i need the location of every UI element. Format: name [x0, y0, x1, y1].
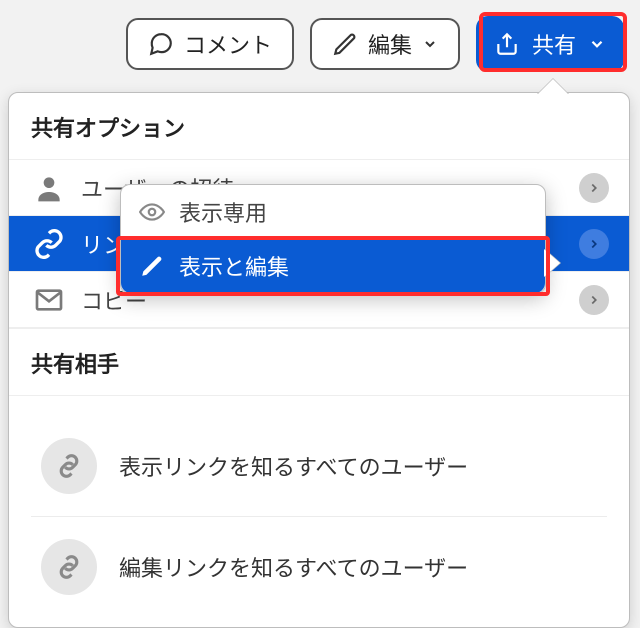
- double-link-icon: [41, 539, 97, 595]
- view-link-all-row[interactable]: 表示リンクを知るすべてのユーザー: [31, 416, 607, 517]
- permissions-flyout: 表示専用 表示と編集: [120, 184, 546, 294]
- edit-label: 編集: [368, 28, 412, 60]
- chevron-down-icon: [422, 36, 438, 52]
- view-edit-label: 表示と編集: [179, 250, 289, 282]
- view-edit-option[interactable]: 表示と編集: [121, 239, 545, 293]
- chevron-right-icon: [579, 229, 609, 259]
- top-toolbar: コメント 編集 共有: [126, 16, 624, 72]
- edit-link-all-label: 編集リンクを知るすべてのユーザー: [119, 551, 468, 583]
- pencil-icon: [139, 253, 165, 279]
- share-button[interactable]: 共有: [476, 16, 624, 72]
- share-with-heading: 共有相手: [9, 328, 629, 396]
- pencil-icon: [332, 31, 358, 57]
- share-with-list: 表示リンクを知るすべてのユーザー 編集リンクを知るすべてのユーザー: [9, 396, 629, 627]
- link-icon: [33, 228, 65, 260]
- view-only-label: 表示専用: [179, 196, 267, 228]
- comment-label: コメント: [184, 28, 272, 60]
- view-only-option[interactable]: 表示専用: [121, 185, 545, 239]
- share-options-heading: 共有オプション: [9, 93, 629, 160]
- edit-button[interactable]: 編集: [310, 18, 460, 70]
- user-icon: [33, 172, 65, 204]
- mail-icon: [33, 284, 65, 316]
- double-link-icon: [41, 438, 97, 494]
- share-label: 共有: [532, 28, 576, 60]
- view-link-all-label: 表示リンクを知るすべてのユーザー: [119, 450, 468, 482]
- share-icon: [494, 31, 520, 57]
- chevron-right-icon: [579, 173, 609, 203]
- chevron-right-icon: [579, 285, 609, 315]
- eye-icon: [139, 199, 165, 225]
- chevron-down-icon: [588, 35, 606, 53]
- share-popover: 共有オプション ユーザーの招待 リン コピー 共有相手: [8, 92, 630, 628]
- comment-button[interactable]: コメント: [126, 18, 294, 70]
- edit-link-all-row[interactable]: 編集リンクを知るすべてのユーザー: [31, 517, 607, 617]
- speech-bubble-icon: [148, 31, 174, 57]
